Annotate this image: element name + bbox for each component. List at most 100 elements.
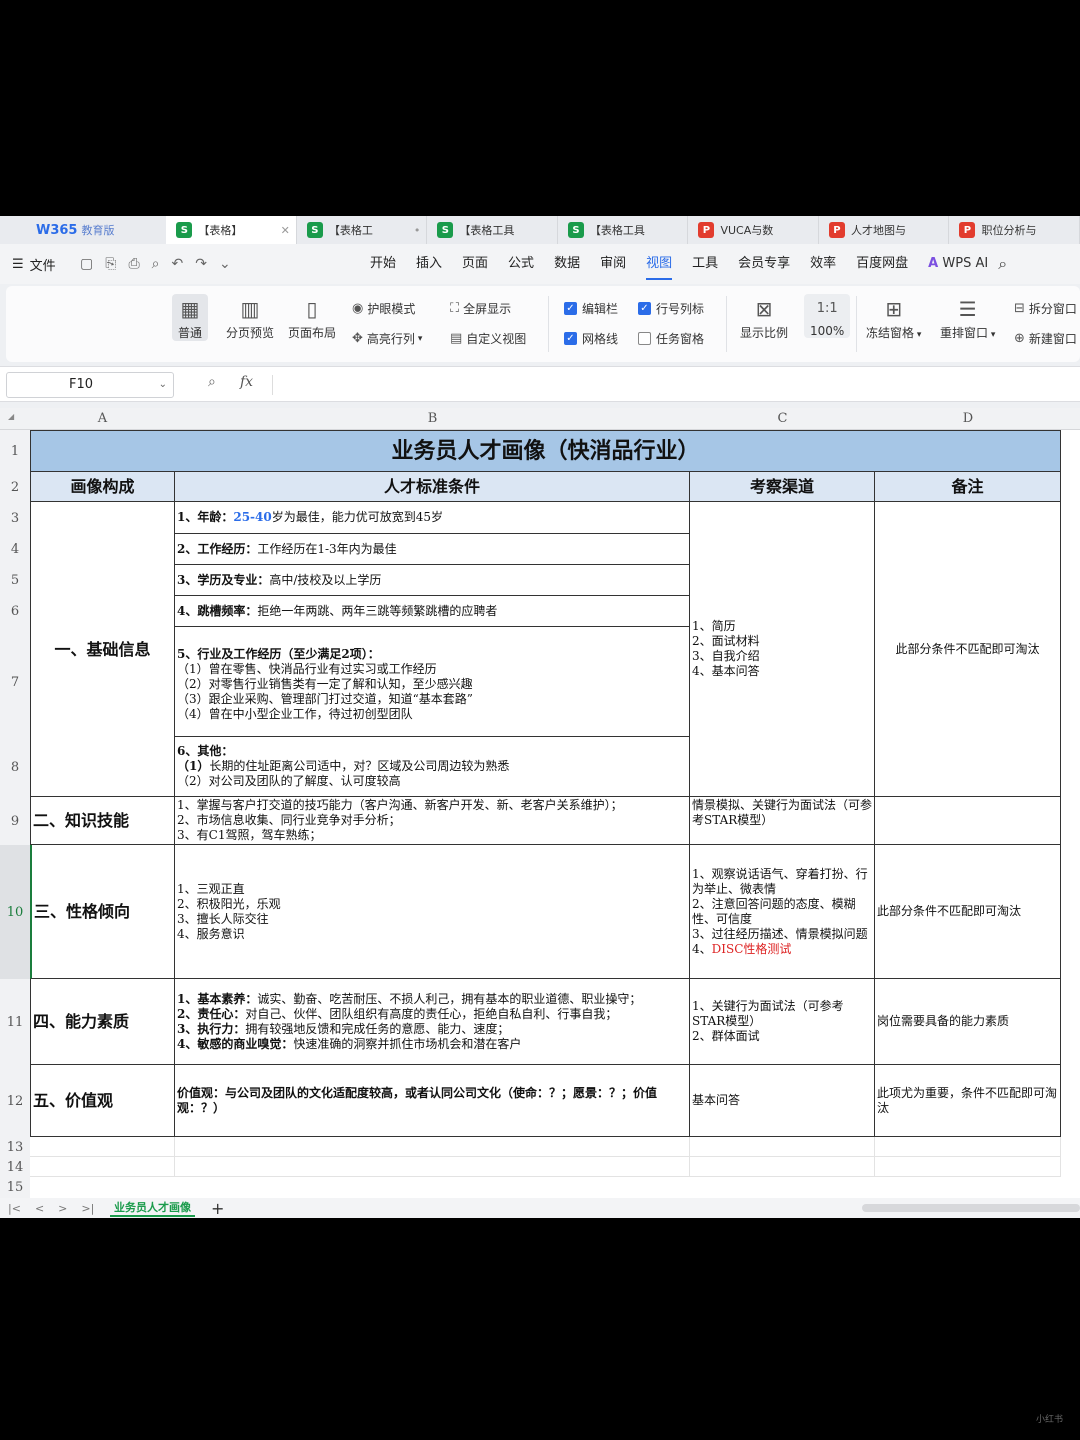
row-header-15[interactable]: 15 [0,1177,30,1197]
page-break-button[interactable]: ▥ 分页预览 [226,294,274,341]
freeze-panes-button[interactable]: ⊞ 冻结窗格 ▾ [866,294,921,341]
fullscreen-button[interactable]: ⛶ 全屏显示 [450,300,511,317]
note-cell-values[interactable]: 此项尤为重要，条件不匹配即可淘汰 [875,1065,1061,1137]
sheet-tab[interactable]: 业务员人才画像 [110,1199,195,1217]
undo-icon[interactable]: ↶ [171,256,183,272]
add-sheet-icon[interactable]: + [211,1199,224,1218]
empty-cell[interactable] [175,1157,690,1177]
section-cell-basic[interactable]: 一、基础信息 [30,502,175,797]
header-cell-d[interactable]: 备注 [875,472,1061,502]
empty-cell[interactable] [690,1157,875,1177]
menu-tab-tools[interactable]: 工具 [692,244,718,284]
doc-tab-4[interactable]: S 【表格工具 [558,216,689,244]
page-layout-button[interactable]: ▯ 页面布局 [288,294,336,341]
select-all-corner[interactable]: ◢ [8,412,14,421]
menu-tab-data[interactable]: 数据 [554,244,580,284]
criteria-cell-personality[interactable]: 1、三观正直 2、积极阳光，乐观 3、擅长人际交往 4、服务意识 [175,845,690,979]
empty-cell[interactable] [175,1137,690,1157]
column-header-b[interactable]: B [175,408,690,430]
fx-icon[interactable]: fx [240,374,253,390]
row-header-9[interactable]: 9 [0,797,30,845]
sheet-title-cell[interactable]: 业务员人才画像（快消品行业） [30,430,1061,472]
channel-cell-knowledge[interactable]: 情景模拟、关键行为面试法（可参考STAR模型） [690,797,875,845]
row-header-6[interactable]: 6 [0,596,30,627]
doc-tab-1[interactable]: S 【表格】 ✕ [166,216,297,244]
row-header-8[interactable]: 8 [0,737,30,797]
channel-cell-personality[interactable]: 1、观察说话语气、穿着打扮、行为举止、微表情 2、注意回答问题的态度、模糊性、可… [690,845,875,979]
wps-logo[interactable]: W365 教育版 [0,216,166,244]
zoom-100-button[interactable]: 1:1 100% [804,294,851,338]
zoom-ratio-button[interactable]: ⊠ 显示比例 [740,294,788,341]
channel-cell-basic[interactable]: 1、简历 2、面试材料 3、自我介绍 4、基本问答 [690,502,875,797]
criteria-cell-education[interactable]: 3、学历及专业：高中/技校及以上学历 [175,565,690,596]
row-header-14[interactable]: 14 [0,1157,30,1177]
note-cell-personality[interactable]: 此部分条件不匹配即可淘汰 [875,845,1061,979]
export-icon[interactable]: ⎘ [105,256,116,272]
empty-cell[interactable] [690,1137,875,1157]
criteria-cell-age[interactable]: 1、年龄：25-40岁为最佳，能力优可放宽到45岁 [175,502,690,534]
note-cell-knowledge[interactable] [875,797,1061,845]
menu-tab-view[interactable]: 视图 [646,244,673,284]
row-header-5[interactable]: 5 [0,565,30,596]
criteria-cell-knowledge[interactable]: 1、掌握与客户打交道的技巧能力（客户沟通、新客户开发、新、老客户关系维护）； 2… [175,797,690,845]
print-icon[interactable]: ⎙ [128,256,139,272]
menu-tab-member[interactable]: 会员专享 [738,244,790,284]
spreadsheet-grid[interactable]: 业务员人才画像（快消品行业） 画像构成 人才标准条件 考察渠道 备注 一、基础信… [30,430,1080,1198]
menu-tab-review[interactable]: 审阅 [600,244,626,284]
criteria-cell-experience[interactable]: 2、工作经历：工作经历在1-3年内为最佳 [175,534,690,565]
row-header-3[interactable]: 3 [0,502,30,534]
horizontal-scrollbar[interactable] [862,1204,1080,1212]
menu-tab-home[interactable]: 开始 [370,244,396,284]
row-header-2[interactable]: 2 [0,472,30,502]
row-header-4[interactable]: 4 [0,534,30,565]
section-cell-knowledge[interactable]: 二、知识技能 [30,797,175,845]
new-window-button[interactable]: ⊕ 新建窗口 [1014,330,1077,347]
search-icon[interactable]: ⌕ [998,254,1007,274]
headings-checkbox[interactable]: ✓ 行号列标 [638,300,704,317]
header-cell-b[interactable]: 人才标准条件 [175,472,690,502]
prev-sheet-icon[interactable]: < [35,1202,44,1215]
doc-tab-6[interactable]: P 人才地图与 [819,216,950,244]
close-icon[interactable]: ✕ [281,224,290,237]
print-preview-icon[interactable]: ⌕ [152,256,160,272]
column-header-c[interactable]: C [690,408,875,430]
channel-cell-values[interactable]: 基本问答 [690,1065,875,1137]
wps-ai-button[interactable]: A WPS AI [928,244,988,284]
zoom-search-icon[interactable]: ⌕ [208,374,216,390]
section-cell-personality[interactable]: 三、性格倾向 [30,845,175,979]
note-cell-basic[interactable]: 此部分条件不匹配即可淘汰 [875,502,1061,797]
empty-cell[interactable] [30,1137,175,1157]
save-icon[interactable]: ▢ [80,256,93,272]
menu-tab-formula[interactable]: 公式 [508,244,534,284]
redo-icon[interactable]: ↷ [195,256,207,272]
section-cell-ability[interactable]: 四、能力素质 [30,979,175,1065]
row-header-11[interactable]: 11 [0,979,30,1065]
edit-bar-checkbox[interactable]: ✓ 编辑栏 [564,300,618,317]
channel-cell-ability[interactable]: 1、关键行为面试法（可参考STAR模型） 2、群体面试 [690,979,875,1065]
note-cell-ability[interactable]: 岗位需要具备的能力素质 [875,979,1061,1065]
row-header-13[interactable]: 13 [0,1137,30,1157]
menu-tab-insert[interactable]: 插入 [416,244,442,284]
doc-tab-3[interactable]: S 【表格工具 [427,216,558,244]
criteria-cell-industry[interactable]: 5、行业及工作经历（至少满足2项）： （1）曾在零售、快消品行业有过实习或工作经… [175,627,690,737]
doc-tab-2[interactable]: S 【表格工 • [297,216,428,244]
task-pane-checkbox[interactable]: 任务窗格 [638,330,704,347]
eye-mode-button[interactable]: ◉ 护眼模式 [352,300,415,317]
criteria-cell-ability[interactable]: 1、基本素养：诚实、勤奋、吃苦耐压、不损人利己，拥有基本的职业道德、职业操守； … [175,979,690,1065]
criteria-cell-other[interactable]: 6、其他： （1）长期的住址距离公司适中，对？区域及公司周边较为熟悉 （2）对公… [175,737,690,797]
gridlines-checkbox[interactable]: ✓ 网格线 [564,330,618,347]
header-cell-c[interactable]: 考察渠道 [690,472,875,502]
empty-cell[interactable] [875,1137,1061,1157]
row-header-12[interactable]: 12 [0,1065,30,1137]
row-header-1[interactable]: 1 [0,430,30,472]
last-sheet-icon[interactable]: >| [81,1202,94,1215]
column-header-d[interactable]: D [875,408,1061,430]
chevron-down-icon[interactable]: ⌄ [159,373,167,397]
doc-tab-7[interactable]: P 职位分析与 [949,216,1080,244]
split-window-button[interactable]: ⊟ 拆分窗口 [1014,300,1077,317]
rearrange-button[interactable]: ☰ 重排窗口 ▾ [940,294,995,341]
normal-view-button[interactable]: ▦ 普通 [172,294,209,341]
column-header-a[interactable]: A [30,408,175,430]
row-header-7[interactable]: 7 [0,627,30,737]
name-box[interactable]: F10 ⌄ [6,372,174,398]
